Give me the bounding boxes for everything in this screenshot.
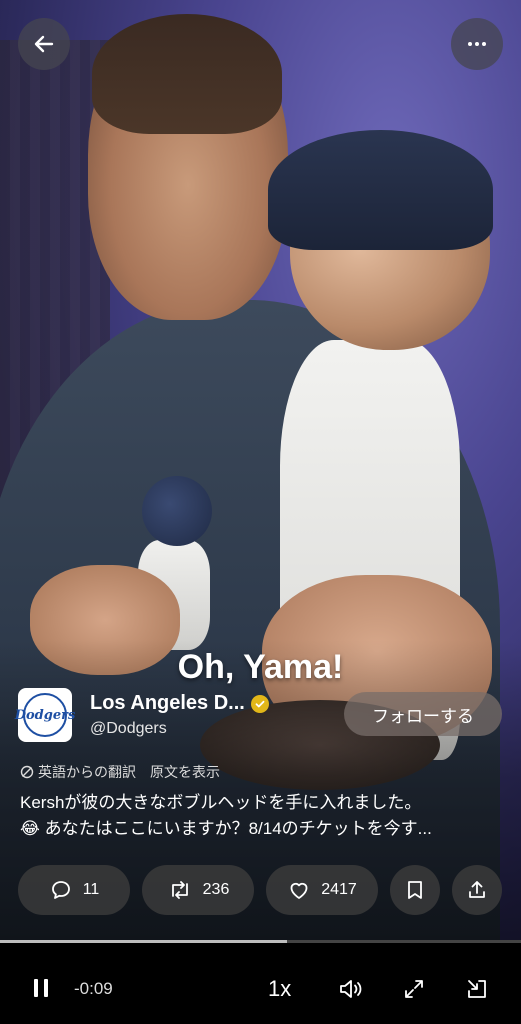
pause-button[interactable] [30, 977, 52, 999]
player-controls: -0:09 1x [0, 943, 521, 1024]
dodgers-logo: Dodgers [15, 693, 75, 737]
translation-note: 英語からの翻訳 [38, 764, 136, 780]
account-handle[interactable]: @Dodgers [90, 720, 167, 738]
share-button[interactable] [452, 865, 502, 915]
time-remaining: -0:09 [74, 979, 113, 998]
picture-in-picture-button[interactable] [465, 977, 489, 1001]
video-bobblehead-large-cap [268, 130, 493, 250]
video-person-hair [92, 14, 282, 134]
video-caption: Oh, Yama! [177, 648, 344, 686]
reply-button[interactable]: 11 [18, 865, 130, 915]
globe-slash-icon [20, 765, 34, 779]
fullscreen-button[interactable] [402, 977, 426, 1001]
repost-button[interactable]: 236 [142, 865, 254, 915]
heart-icon [290, 882, 308, 899]
comment-icon [51, 881, 70, 899]
account-name: Los Angeles D... [90, 692, 245, 714]
playback-speed-button[interactable]: 1x [268, 976, 291, 1002]
back-button[interactable] [18, 18, 70, 70]
account-name-row[interactable]: Los Angeles D... [90, 692, 269, 715]
speaker-icon [340, 980, 362, 998]
pip-icon [468, 980, 486, 998]
post-text-line-2: 😂 あなたはここにいますか？8/14のチケットを今す... [20, 819, 432, 838]
post-text[interactable]: Kershが彼の大きなボブルヘッドを手に入れました。 😂 あなたはここにいますか… [20, 790, 510, 842]
follow-button[interactable]: フォローする [344, 692, 502, 736]
volume-button[interactable] [338, 977, 366, 1001]
bookmark-button[interactable] [390, 865, 440, 915]
verified-badge-icon [250, 694, 269, 713]
like-button[interactable]: 2417 [266, 865, 378, 915]
translation-row: 英語からの翻訳 原文を表示 [20, 762, 220, 782]
repost-icon [171, 881, 188, 899]
video-bobblehead-small-head [142, 476, 212, 546]
pause-icon [34, 979, 48, 997]
show-original-link[interactable]: 原文を表示 [150, 762, 220, 782]
more-horizontal-icon [468, 42, 486, 46]
avatar[interactable]: Dodgers [15, 688, 75, 742]
arrow-left-icon [34, 35, 54, 53]
share-icon [469, 881, 485, 898]
post-text-line-1: Kershが彼の大きなボブルヘッドを手に入れました。 [20, 793, 422, 812]
like-count: 2417 [321, 881, 357, 898]
expand-icon [405, 980, 423, 998]
bookmark-icon [408, 881, 422, 899]
repost-count: 236 [202, 881, 230, 898]
more-options-button[interactable] [451, 18, 503, 70]
reply-count: 11 [82, 881, 100, 898]
